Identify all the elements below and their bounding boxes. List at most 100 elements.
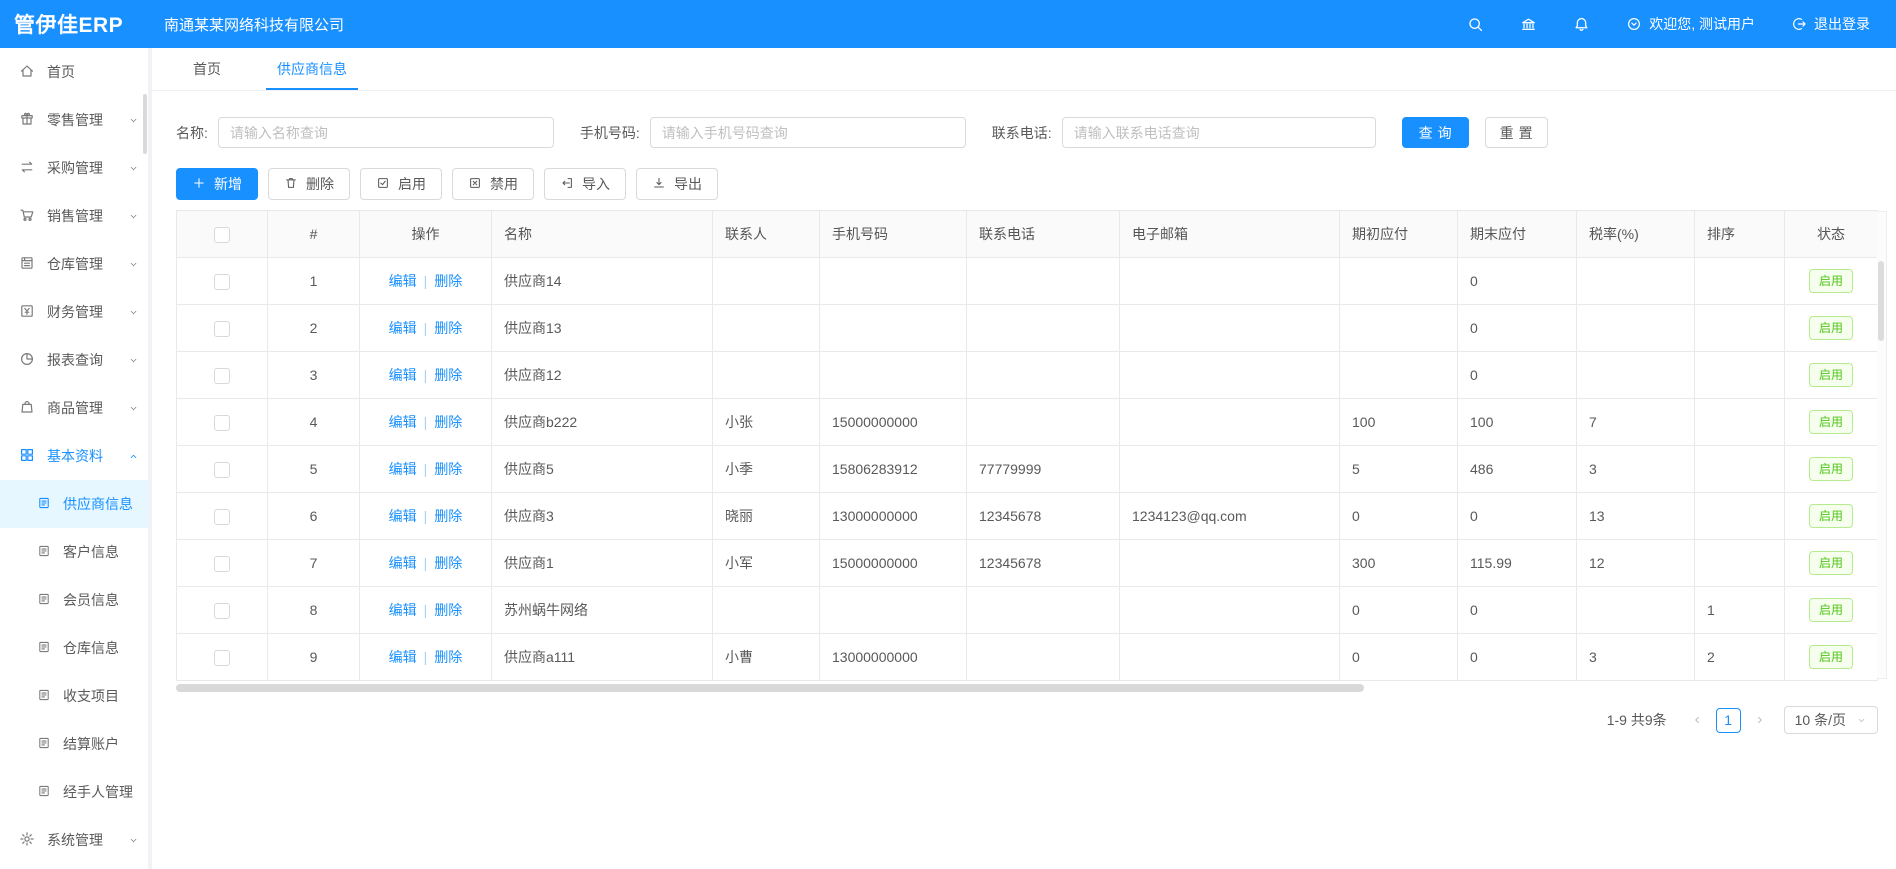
row-checkbox[interactable] bbox=[214, 556, 230, 572]
sidebar-item[interactable]: 零售管理 bbox=[0, 96, 148, 144]
sidebar-item[interactable]: 结算账户 bbox=[0, 720, 148, 768]
supplier-name: 苏州蜗牛网络 bbox=[492, 587, 713, 634]
bell-icon[interactable] bbox=[1573, 16, 1590, 33]
edit-link[interactable]: 编辑 bbox=[389, 508, 417, 524]
delete-link[interactable]: 删除 bbox=[434, 414, 462, 430]
sidebar-item[interactable]: 客户信息 bbox=[0, 528, 148, 576]
delete-link[interactable]: 删除 bbox=[434, 320, 462, 336]
mobile-number bbox=[820, 587, 967, 634]
edit-link[interactable]: 编辑 bbox=[389, 273, 417, 289]
row-checkbox-cell bbox=[177, 493, 268, 540]
edit-link[interactable]: 编辑 bbox=[389, 367, 417, 383]
delete-link[interactable]: 删除 bbox=[434, 649, 462, 665]
enable-button[interactable]: 启用 bbox=[360, 168, 442, 200]
next-page-button[interactable] bbox=[1748, 708, 1772, 732]
sidebar-item[interactable]: 财务管理 bbox=[0, 288, 148, 336]
gear-icon bbox=[19, 831, 35, 850]
search-icon[interactable] bbox=[1467, 16, 1484, 33]
tab-item[interactable]: 首页 bbox=[176, 48, 238, 90]
sidebar-item[interactable]: 销售管理 bbox=[0, 192, 148, 240]
sidebar-item[interactable]: 报表查询 bbox=[0, 336, 148, 384]
bank-icon[interactable] bbox=[1520, 16, 1537, 33]
disable-button[interactable]: 禁用 bbox=[452, 168, 534, 200]
delete-link[interactable]: 删除 bbox=[434, 461, 462, 477]
row-checkbox[interactable] bbox=[214, 650, 230, 666]
closing-payable: 486 bbox=[1458, 446, 1577, 493]
delete-button[interactable]: 删除 bbox=[268, 168, 350, 200]
edit-link[interactable]: 编辑 bbox=[389, 602, 417, 618]
scrollbar-thumb[interactable] bbox=[176, 684, 1364, 692]
closing-payable: 0 bbox=[1458, 587, 1577, 634]
doc-icon bbox=[37, 544, 51, 561]
table-row: 9编辑|删除供应商a111小曹130000000000032启用 bbox=[177, 634, 1878, 681]
row-index: 9 bbox=[268, 634, 360, 681]
import-button[interactable]: 导入 bbox=[544, 168, 626, 200]
add-button[interactable]: 新增 bbox=[176, 168, 258, 200]
sidebar-item[interactable]: 系统管理 bbox=[0, 816, 148, 864]
closing-payable: 0 bbox=[1458, 258, 1577, 305]
row-index: 4 bbox=[268, 399, 360, 446]
sort-order bbox=[1695, 305, 1785, 352]
email bbox=[1120, 540, 1340, 587]
page-number-button[interactable]: 1 bbox=[1716, 708, 1741, 733]
export-button[interactable]: 导出 bbox=[636, 168, 718, 200]
logout-icon bbox=[1791, 16, 1807, 32]
sidebar-item-label: 财务管理 bbox=[47, 302, 103, 322]
sidebar-item[interactable]: 采购管理 bbox=[0, 144, 148, 192]
sidebar-item[interactable]: 收支项目 bbox=[0, 672, 148, 720]
row-checkbox[interactable] bbox=[214, 603, 230, 619]
sidebar-item[interactable]: 会员信息 bbox=[0, 576, 148, 624]
row-checkbox[interactable] bbox=[214, 368, 230, 384]
prev-page-button[interactable] bbox=[1685, 708, 1709, 732]
row-checkbox[interactable] bbox=[214, 321, 230, 337]
row-checkbox[interactable] bbox=[214, 415, 230, 431]
delete-link[interactable]: 删除 bbox=[434, 555, 462, 571]
tab-item[interactable]: 供应商信息 bbox=[260, 48, 364, 90]
table-horizontal-scrollbar[interactable] bbox=[176, 684, 1877, 692]
sidebar-item-label: 仓库管理 bbox=[47, 254, 103, 274]
row-checkbox[interactable] bbox=[214, 462, 230, 478]
row-checkbox[interactable] bbox=[214, 509, 230, 525]
sidebar-item[interactable]: 仓库信息 bbox=[0, 624, 148, 672]
edit-link[interactable]: 编辑 bbox=[389, 555, 417, 571]
edit-link[interactable]: 编辑 bbox=[389, 649, 417, 665]
sidebar-item[interactable]: 首页 bbox=[0, 48, 148, 96]
search-input-name[interactable] bbox=[218, 117, 554, 148]
button-label: 启用 bbox=[398, 174, 426, 194]
opening-payable: 0 bbox=[1340, 587, 1458, 634]
row-actions: 编辑|删除 bbox=[360, 493, 492, 540]
search-input-phone[interactable] bbox=[1062, 117, 1376, 148]
sidebar-item[interactable]: 基本资料 bbox=[0, 432, 148, 480]
delete-link[interactable]: 删除 bbox=[434, 273, 462, 289]
reset-button[interactable]: 重置 bbox=[1485, 117, 1548, 148]
edit-link[interactable]: 编辑 bbox=[389, 414, 417, 430]
logout-button[interactable]: 退出登录 bbox=[1791, 14, 1870, 34]
select-all-checkbox[interactable] bbox=[214, 227, 230, 243]
edit-link[interactable]: 编辑 bbox=[389, 320, 417, 336]
row-status: 启用 bbox=[1785, 587, 1878, 634]
table-vertical-scrollbar[interactable] bbox=[1877, 211, 1887, 679]
query-button[interactable]: 查询 bbox=[1402, 117, 1469, 148]
main-area: 首页供应商信息 名称:手机号码:联系电话:查询重置 新增删除启用禁用导入导出 #… bbox=[152, 48, 1896, 869]
sidebar-item[interactable]: 仓库管理 bbox=[0, 240, 148, 288]
delete-link[interactable]: 删除 bbox=[434, 508, 462, 524]
email bbox=[1120, 305, 1340, 352]
edit-link[interactable]: 编辑 bbox=[389, 461, 417, 477]
sidebar-item[interactable]: 商品管理 bbox=[0, 384, 148, 432]
phone-number bbox=[967, 587, 1120, 634]
sidebar-item[interactable]: 经手人管理 bbox=[0, 768, 148, 816]
row-checkbox[interactable] bbox=[214, 274, 230, 290]
search-field: 联系电话: bbox=[992, 117, 1376, 148]
sidebar-item[interactable]: 供应商信息 bbox=[0, 480, 148, 528]
delete-link[interactable]: 删除 bbox=[434, 602, 462, 618]
status-badge: 启用 bbox=[1809, 504, 1853, 528]
welcome-user[interactable]: 欢迎您, 测试用户 bbox=[1626, 14, 1755, 34]
chevron-up-icon bbox=[128, 451, 139, 462]
page-size-select[interactable]: 10 条/页 bbox=[1784, 706, 1878, 734]
search-input-mobile[interactable] bbox=[650, 117, 966, 148]
tax-rate: 3 bbox=[1577, 446, 1695, 493]
chevron-down-icon bbox=[128, 307, 139, 318]
opening-payable: 100 bbox=[1340, 399, 1458, 446]
row-checkbox-cell bbox=[177, 587, 268, 634]
delete-link[interactable]: 删除 bbox=[434, 367, 462, 383]
